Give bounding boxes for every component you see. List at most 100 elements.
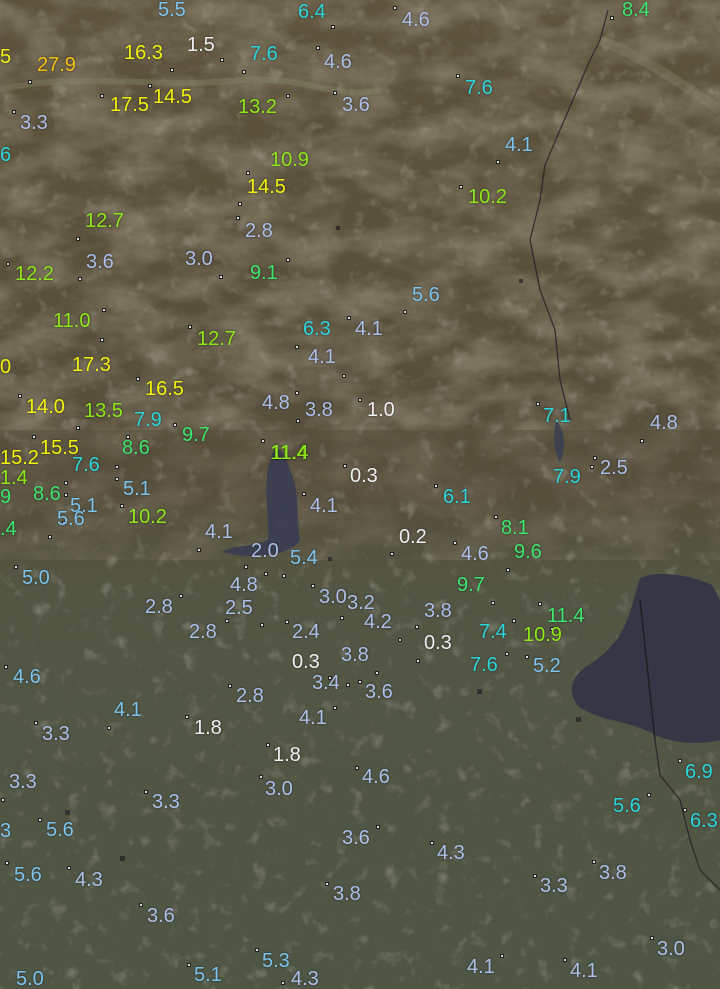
- station-marker[interactable]: [494, 515, 498, 519]
- station-marker[interactable]: [678, 759, 682, 763]
- station-marker[interactable]: [115, 465, 119, 469]
- station-marker[interactable]: [246, 171, 250, 175]
- station-marker[interactable]: [18, 394, 22, 398]
- station-marker[interactable]: [259, 775, 263, 779]
- station-marker[interactable]: [64, 493, 68, 497]
- station-marker[interactable]: [6, 262, 10, 266]
- station-marker[interactable]: [5, 861, 9, 865]
- station-marker[interactable]: [296, 419, 300, 423]
- station-marker[interactable]: [148, 84, 152, 88]
- station-marker[interactable]: [683, 808, 687, 812]
- station-marker[interactable]: [593, 456, 597, 460]
- station-marker[interactable]: [650, 936, 654, 940]
- station-marker[interactable]: [453, 541, 457, 545]
- station-marker[interactable]: [491, 601, 495, 605]
- station-marker[interactable]: [64, 481, 68, 485]
- station-marker[interactable]: [331, 25, 335, 29]
- station-marker[interactable]: [266, 743, 270, 747]
- station-marker[interactable]: [38, 818, 42, 822]
- station-marker[interactable]: [100, 338, 104, 342]
- station-marker[interactable]: [295, 345, 299, 349]
- station-marker[interactable]: [358, 680, 362, 684]
- station-marker[interactable]: [188, 325, 192, 329]
- station-marker[interactable]: [136, 377, 140, 381]
- station-marker[interactable]: [340, 616, 344, 620]
- station-marker[interactable]: [500, 954, 504, 958]
- station-marker[interactable]: [115, 477, 119, 481]
- station-marker[interactable]: [375, 671, 379, 675]
- station-marker[interactable]: [34, 721, 38, 725]
- station-marker[interactable]: [281, 981, 285, 985]
- station-marker[interactable]: [238, 202, 242, 206]
- station-marker[interactable]: [185, 715, 189, 719]
- station-marker[interactable]: [236, 216, 240, 220]
- station-marker[interactable]: [144, 790, 148, 794]
- station-marker[interactable]: [538, 602, 542, 606]
- station-marker[interactable]: [398, 638, 402, 642]
- station-marker[interactable]: [244, 565, 248, 569]
- station-marker[interactable]: [505, 652, 509, 656]
- station-marker[interactable]: [261, 439, 265, 443]
- station-marker[interactable]: [512, 619, 516, 623]
- station-marker[interactable]: [295, 391, 299, 395]
- station-marker[interactable]: [139, 903, 143, 907]
- station-marker[interactable]: [302, 492, 306, 496]
- station-marker[interactable]: [592, 860, 596, 864]
- station-marker[interactable]: [197, 548, 201, 552]
- station-marker[interactable]: [286, 258, 290, 262]
- station-marker[interactable]: [333, 706, 337, 710]
- station-marker[interactable]: [220, 58, 224, 62]
- station-marker[interactable]: [456, 74, 460, 78]
- station-marker[interactable]: [342, 374, 346, 378]
- station-marker[interactable]: [102, 308, 106, 312]
- station-marker[interactable]: [48, 535, 52, 539]
- station-marker[interactable]: [610, 16, 614, 20]
- station-marker[interactable]: [333, 91, 337, 95]
- station-marker[interactable]: [286, 94, 290, 98]
- station-marker[interactable]: [67, 866, 71, 870]
- station-marker[interactable]: [347, 316, 351, 320]
- station-marker[interactable]: [343, 464, 347, 468]
- station-marker[interactable]: [173, 423, 177, 427]
- station-marker[interactable]: [434, 484, 438, 488]
- station-marker[interactable]: [415, 625, 419, 629]
- station-marker[interactable]: [264, 572, 268, 576]
- station-marker[interactable]: [1, 798, 5, 802]
- station-marker[interactable]: [355, 766, 359, 770]
- station-marker[interactable]: [170, 68, 174, 72]
- station-marker[interactable]: [76, 426, 80, 430]
- station-marker[interactable]: [228, 684, 232, 688]
- station-marker[interactable]: [496, 160, 500, 164]
- station-marker[interactable]: [536, 402, 540, 406]
- station-marker[interactable]: [590, 465, 594, 469]
- station-marker[interactable]: [32, 435, 36, 439]
- station-marker[interactable]: [78, 277, 82, 281]
- station-marker[interactable]: [640, 439, 644, 443]
- station-marker[interactable]: [533, 874, 537, 878]
- station-marker[interactable]: [4, 665, 8, 669]
- station-marker[interactable]: [100, 94, 104, 98]
- station-marker[interactable]: [242, 70, 246, 74]
- station-marker[interactable]: [311, 584, 315, 588]
- station-marker[interactable]: [459, 185, 463, 189]
- station-marker[interactable]: [390, 552, 394, 556]
- station-marker[interactable]: [506, 568, 510, 572]
- station-marker[interactable]: [316, 46, 320, 50]
- station-marker[interactable]: [376, 825, 380, 829]
- station-marker[interactable]: [416, 659, 420, 663]
- station-marker[interactable]: [403, 310, 407, 314]
- station-marker[interactable]: [285, 620, 289, 624]
- station-marker[interactable]: [14, 565, 18, 569]
- station-marker[interactable]: [225, 619, 229, 623]
- station-marker[interactable]: [255, 948, 259, 952]
- station-marker[interactable]: [28, 80, 32, 84]
- station-marker[interactable]: [430, 841, 434, 845]
- station-marker[interactable]: [282, 574, 286, 578]
- station-marker[interactable]: [563, 958, 567, 962]
- station-marker[interactable]: [76, 237, 80, 241]
- station-marker[interactable]: [346, 683, 350, 687]
- station-marker[interactable]: [187, 963, 191, 967]
- precipitation-map[interactable]: 5.5 6.4 4.6 8.4 5 27.9 16.3 1.5 7.6 4.6 17.5 14.5 13…: [0, 0, 720, 989]
- station-marker[interactable]: [525, 655, 529, 659]
- station-marker[interactable]: [107, 726, 111, 730]
